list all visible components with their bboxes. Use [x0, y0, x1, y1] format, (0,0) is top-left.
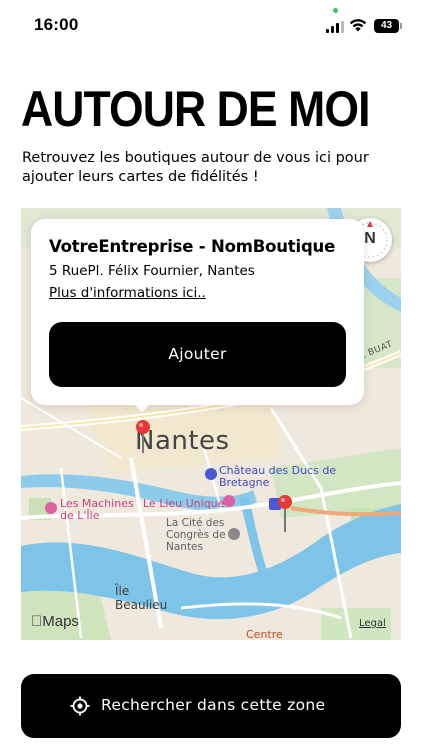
- search-zone-button[interactable]: Rechercher dans cette zone: [21, 674, 401, 738]
- map-label-centre: Centre: [246, 628, 283, 640]
- more-info-link[interactable]: Plus d'informations ici..: [49, 285, 206, 301]
- popup-tail: [132, 402, 152, 412]
- map-label-ile-text: Île Beaulieu: [115, 584, 168, 612]
- map-label-lieu-unique: Le Lieu Unique: [143, 497, 225, 510]
- page-title: AUTOUR DE MOI: [21, 81, 370, 137]
- apple-logo-icon: : [31, 613, 42, 630]
- add-button[interactable]: Ajouter: [49, 322, 346, 387]
- map-label-chateau-text: Château des Ducs de Bretagne: [219, 464, 337, 489]
- shop-address: 5 RuePl. Félix Fournier, Nantes: [49, 263, 255, 279]
- map-label-cite-congres: La Cité des Congrès de Nantes: [166, 517, 236, 553]
- battery-icon: 43: [374, 19, 402, 33]
- page-subtitle: Retrouvez les boutiques autour de vous i…: [22, 150, 369, 185]
- map-label-chateau: Château des Ducs de Bretagne: [219, 465, 339, 489]
- search-zone-label: Rechercher dans cette zone: [101, 696, 326, 714]
- apple-maps-attribution: Maps: [31, 613, 79, 630]
- battery-level: 43: [374, 19, 399, 33]
- shop-title: VotreEntreprise - NomBoutique: [49, 237, 336, 256]
- map-pin-icon[interactable]: [135, 419, 151, 455]
- map-label-machines-text: Les Machines de L'Île: [60, 497, 134, 522]
- status-bar: 16:00 43: [0, 0, 422, 54]
- map-label-ile-beaulieu: Île Beaulieu: [115, 584, 175, 612]
- status-time: 16:00: [34, 15, 79, 34]
- wifi-icon: [349, 19, 367, 32]
- maps-attribution-text: Maps: [31, 613, 79, 630]
- map-label-cite-text: La Cité des Congrès de Nantes: [166, 517, 226, 553]
- location-target-icon: [70, 696, 90, 716]
- signal-icon: [326, 21, 344, 33]
- camera-indicator: [333, 8, 338, 13]
- map-pin-icon[interactable]: [277, 494, 293, 534]
- map-label-machines: Les Machines de L'Île: [60, 498, 150, 522]
- legal-link[interactable]: Legal: [359, 618, 386, 629]
- shop-popup-card: VotreEntreprise - NomBoutique 5 RuePl. F…: [31, 219, 364, 412]
